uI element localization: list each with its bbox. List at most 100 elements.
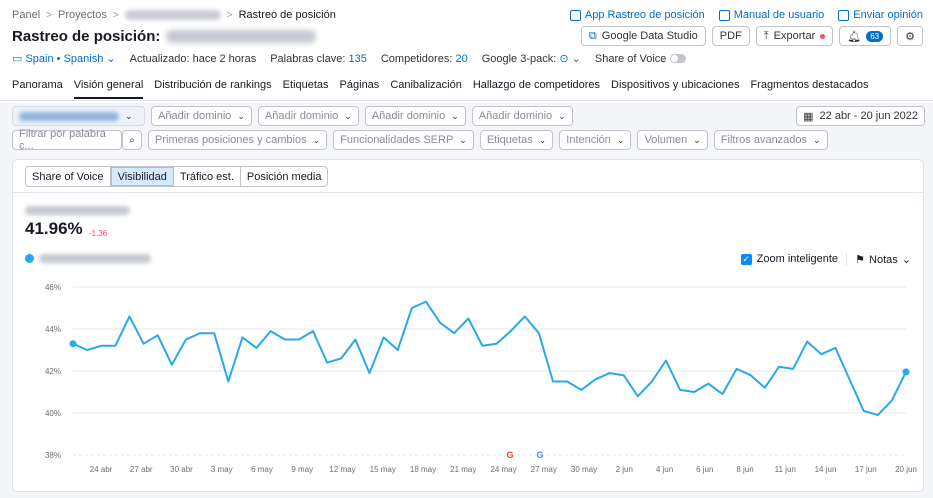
app-link[interactable]: App Rastreo de posición: [569, 9, 705, 21]
competitors-value[interactable]: 20: [455, 53, 467, 65]
chevron-down-icon: ⌄: [125, 110, 133, 121]
x-tick-label: 3 may: [211, 465, 233, 474]
tab-5[interactable]: Canibalización: [390, 79, 462, 99]
breadcrumb-panel[interactable]: Panel: [12, 9, 40, 21]
locale-label: Spain • Spanish: [25, 53, 104, 65]
smart-zoom[interactable]: ✓ Zoom inteligente: [740, 253, 838, 265]
tab-6[interactable]: Hallazgo de competidores: [473, 79, 600, 99]
locale-selector[interactable]: ▭ Spain • Spanish ⌄: [12, 52, 116, 65]
target-icon: ⊙ ⌄: [559, 53, 581, 65]
notes-dropdown[interactable]: ⚑ Notas ⌄: [846, 253, 911, 266]
chevron-right-icon: >: [112, 9, 119, 21]
chevron-down-icon: ⌄: [344, 110, 352, 121]
chevron-down-icon: ⌄: [616, 134, 625, 145]
share-of-voice-toggle[interactable]: Share of Voice: [595, 53, 687, 65]
add-domain-2[interactable]: Añadir dominio ⌄: [257, 106, 359, 126]
x-tick-label: 2 jun: [616, 465, 633, 474]
date-range: ▦ 22 abr - 20 jun 2022: [796, 106, 925, 126]
mobile-icon: [569, 9, 581, 21]
export-button[interactable]: ⤒ Exportar: [755, 26, 834, 46]
header-actions: ⧉ Google Data Studio PDF ⤒ Exportar 🔔︎ 63 ⚙: [580, 26, 923, 46]
metric-switcher: Share of Voice Visibilidad Tráfico est. Pos…: [25, 166, 329, 187]
filter-dropdown-4[interactable]: Volumen ⌄: [637, 130, 708, 150]
segment-2[interactable]: Tráfico est.: [174, 167, 241, 186]
x-tick-label: 6 jun: [696, 465, 713, 474]
notes-label: Notas: [869, 253, 898, 266]
tab-bar: Panorama Visión general Distribución de ra…: [12, 79, 868, 99]
settings-button[interactable]: ⚙: [897, 26, 923, 46]
sov-label: Share of Voice: [594, 52, 667, 65]
search-placeholder: Filtrar por palabra c...: [19, 128, 106, 152]
filter-dropdown-2[interactable]: Etiquetas ⌄: [479, 130, 554, 150]
filter-label: Volumen: [644, 134, 688, 146]
manual-link[interactable]: Manual de usuario: [718, 9, 825, 21]
x-tick-label: 18 may: [410, 465, 436, 474]
comment-icon: [838, 9, 850, 21]
pdf-button[interactable]: PDF: [711, 26, 750, 46]
pdf-label: PDF: [719, 30, 742, 42]
x-tick-label: 9 may: [291, 465, 313, 474]
tab-4[interactable]: Páginas: [340, 79, 380, 99]
tab-1[interactable]: Visión general: [73, 79, 144, 99]
keywords-label: Palabras clave:: [270, 52, 346, 65]
x-tick-label: 6 may: [251, 465, 273, 474]
feedback-link[interactable]: Enviar opinión: [838, 9, 923, 21]
add-domain-label: Añadir dominio: [264, 110, 339, 122]
tab-3[interactable]: Etiquetas: [283, 79, 329, 99]
chevron-down-icon: ⌄: [237, 110, 245, 121]
add-domain-3[interactable]: Añadir dominio ⌄: [364, 106, 466, 126]
filter-dropdown-1[interactable]: Funcionalidades SERP ⌄: [333, 130, 474, 150]
keyword-search-input[interactable]: Filtrar por palabra c...: [12, 128, 122, 152]
search-icon[interactable]: ⌕: [122, 130, 142, 150]
domain-selector[interactable]: ⌄: [12, 106, 145, 126]
segment-3[interactable]: Posición media: [241, 167, 328, 186]
keywords-stat: Palabras clave: 135: [270, 53, 367, 65]
chevron-right-icon: >: [46, 9, 52, 21]
competitors-label: Competidores:: [380, 52, 453, 65]
tab-2[interactable]: Distribución de rankings: [154, 79, 271, 99]
google-3pack[interactable]: Google 3-pack: ⊙ ⌄: [482, 52, 581, 65]
updated-text: Actualizado: hace 2 horas: [129, 52, 257, 65]
chevron-down-icon: ⌄: [459, 134, 467, 145]
segment-1[interactable]: Visibilidad: [110, 167, 174, 186]
visibility-value: 41.96%: [25, 219, 83, 238]
toggle-switch[interactable]: [670, 54, 687, 64]
manual-link-label: Manual de usuario: [733, 9, 825, 21]
x-tick-label: 17 jun: [855, 465, 877, 474]
zoom-label: Zoom inteligente: [756, 253, 838, 265]
book-icon: [718, 9, 730, 21]
tab-7[interactable]: Dispositivos y ubicaciones: [611, 79, 739, 99]
tab-8[interactable]: Fragmentos destacados: [750, 79, 868, 99]
breadcrumb-projects[interactable]: Proyectos: [58, 9, 107, 21]
series-start-point: [69, 340, 77, 348]
divider: [13, 192, 923, 193]
gds-label: Google Data Studio: [601, 30, 698, 42]
gear-icon: ⚙: [905, 30, 915, 43]
series-legend[interactable]: [25, 254, 151, 263]
breadcrumb-project-redacted[interactable]: [124, 10, 221, 20]
date-range-picker[interactable]: ▦ 22 abr - 20 jun 2022: [796, 106, 925, 126]
filter-dropdown-3[interactable]: Intención ⌄: [559, 130, 632, 150]
google-update-marker: G: [536, 450, 543, 460]
segment-0[interactable]: Share of Voice: [26, 167, 111, 186]
x-tick-label: 24 may: [490, 465, 516, 474]
page-title: Rastreo de posición:: [12, 28, 317, 45]
project-meta: ▭ Spain • Spanish ⌄ Actualizado: hace 2 …: [12, 52, 687, 65]
filter-label: Intención: [566, 134, 611, 146]
tab-0[interactable]: Panorama: [12, 79, 63, 99]
filter-dropdown-5[interactable]: Filtros avanzados ⌄: [713, 130, 828, 150]
visibility-line-chart[interactable]: 46% 44% 42% 40% 38% 24 abr 27 abr 30 abr 3 may 6 …: [13, 275, 923, 490]
google-data-studio-button[interactable]: ⧉ Google Data Studio: [580, 26, 706, 46]
filter-dropdown-0[interactable]: Primeras posiciones y cambios ⌄: [148, 130, 328, 150]
x-tick-label: 27 may: [531, 465, 557, 474]
add-domain-1[interactable]: Añadir dominio ⌄: [151, 106, 252, 126]
keywords-value[interactable]: 135: [348, 53, 366, 65]
notifications-button[interactable]: 🔔︎ 63: [839, 26, 892, 46]
y-tick-label: 46%: [45, 283, 61, 292]
add-domain-4[interactable]: Añadir dominio ⌄: [471, 106, 573, 126]
visibility-delta: -1.36: [89, 229, 108, 238]
visibility-card: Share of Voice Visibilidad Tráfico est. Pos…: [12, 159, 924, 492]
checkbox-checked-icon[interactable]: ✓: [740, 253, 752, 265]
monitor-icon: ▭: [12, 53, 23, 65]
filter-label: Funcionalidades SERP: [340, 134, 454, 146]
